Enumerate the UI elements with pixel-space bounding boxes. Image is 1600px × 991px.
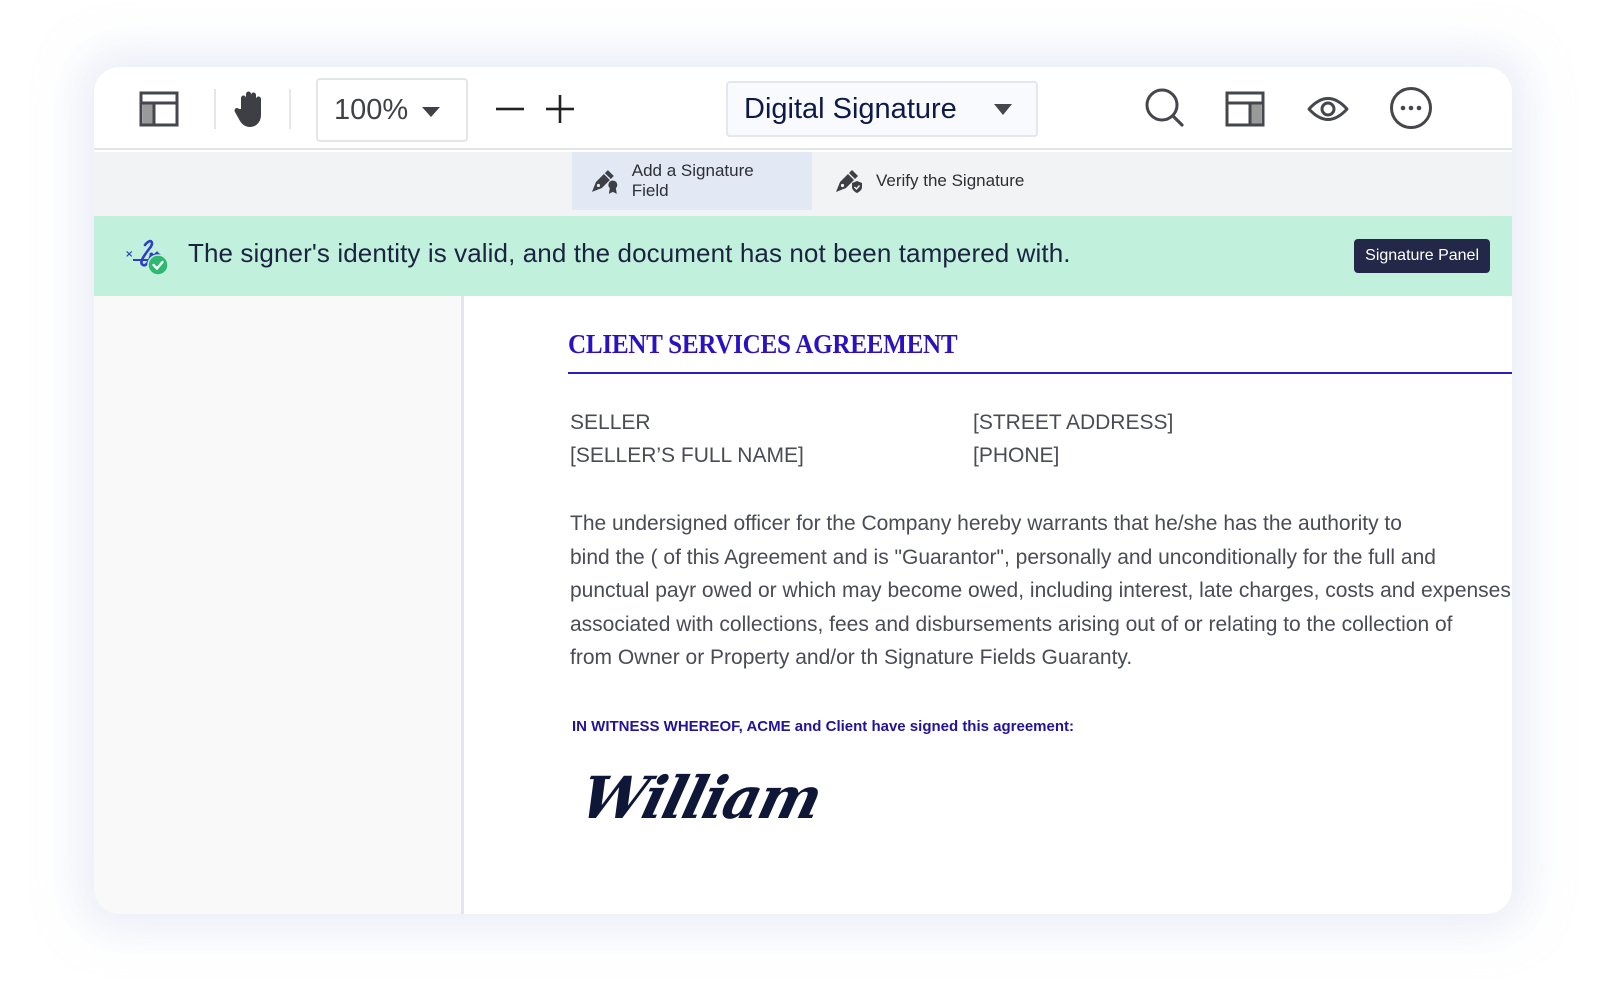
chevron-down-icon — [422, 107, 440, 117]
verify-signature-button[interactable]: Verify the Signature — [816, 152, 1056, 210]
add-signature-field-button[interactable]: Add a Signature Field — [572, 152, 812, 210]
view-button[interactable] — [1306, 88, 1350, 130]
search-button[interactable] — [1143, 86, 1187, 130]
toolbar-divider — [289, 89, 291, 129]
zoom-in-button[interactable] — [544, 89, 576, 129]
svg-text:×: × — [125, 249, 133, 260]
minus-icon — [496, 107, 524, 111]
right-panel-toggle-button[interactable] — [1224, 88, 1266, 130]
main-toolbar: 100% Digital Signature — [94, 67, 1512, 150]
zoom-level-dropdown[interactable]: 100% — [316, 78, 468, 142]
plus-icon — [546, 95, 574, 123]
seller-label: SELLER — [570, 411, 651, 434]
zoom-out-button[interactable] — [494, 89, 526, 129]
zoom-level-value: 100% — [334, 93, 409, 126]
signature-valid-icon: × — [125, 239, 169, 276]
layout-right-icon — [1225, 91, 1265, 127]
layout-left-icon — [139, 91, 179, 127]
more-options-icon — [1390, 87, 1432, 129]
sidebar-toggle-button[interactable] — [138, 88, 180, 130]
seller-name-field: [SELLER’S FULL NAME] — [570, 444, 804, 467]
signature-panel-button[interactable]: Signature Panel — [1354, 239, 1490, 273]
street-address-field: [STREET ADDRESS] — [973, 411, 1174, 434]
agreement-paragraph: The undersigned officer for the Company … — [570, 507, 1512, 675]
signature-status-message: The signer's identity is valid, and the … — [188, 238, 1071, 268]
eye-icon — [1307, 97, 1349, 121]
search-icon — [1145, 88, 1184, 127]
mode-value: Digital Signature — [744, 92, 957, 125]
paragraph-line: punctual payr owed or which may become o… — [570, 579, 1511, 602]
phone-field: [PHONE] — [973, 444, 1060, 467]
signature-field-icon — [591, 170, 618, 194]
pan-tool-button[interactable] — [232, 87, 268, 131]
add-signature-field-label: Add a Signature Field — [631, 161, 754, 200]
mode-dropdown[interactable]: Digital Signature — [726, 81, 1038, 137]
chevron-down-icon — [994, 104, 1012, 115]
hand-pan-icon — [234, 91, 261, 127]
thumbnail-sidebar — [94, 296, 464, 914]
title-divider — [568, 372, 1512, 374]
paragraph-line: associated with collections, fees and di… — [570, 612, 1453, 636]
document-page: CLIENT SERVICES AGREEMENT SELLER [SELLER… — [467, 296, 1512, 914]
signature-field[interactable]: William — [574, 764, 828, 832]
pdf-viewer-window: 100% Digital Signature Add a Signature F… — [94, 67, 1512, 914]
paragraph-line: from Owner or Property and/or th Signatu… — [570, 646, 1133, 669]
document-title: CLIENT SERVICES AGREEMENT — [568, 329, 958, 359]
signature-status-banner: × The signer's identity is valid, and th… — [94, 216, 1512, 296]
toolbar-divider — [214, 89, 216, 129]
witness-statement: IN WITNESS WHEREOF, ACME and Client have… — [572, 718, 1075, 735]
signature-subtoolbar: Add a Signature Field Verify the Signatu… — [94, 152, 1512, 216]
paragraph-line: The undersigned officer for the Company … — [570, 512, 1402, 535]
more-options-button[interactable] — [1388, 85, 1434, 131]
paragraph-line: bind the ( of this Agreement and is "Gua… — [570, 545, 1436, 569]
verify-signature-label: Verify the Signature — [876, 171, 1025, 190]
verify-signature-icon — [836, 170, 862, 193]
